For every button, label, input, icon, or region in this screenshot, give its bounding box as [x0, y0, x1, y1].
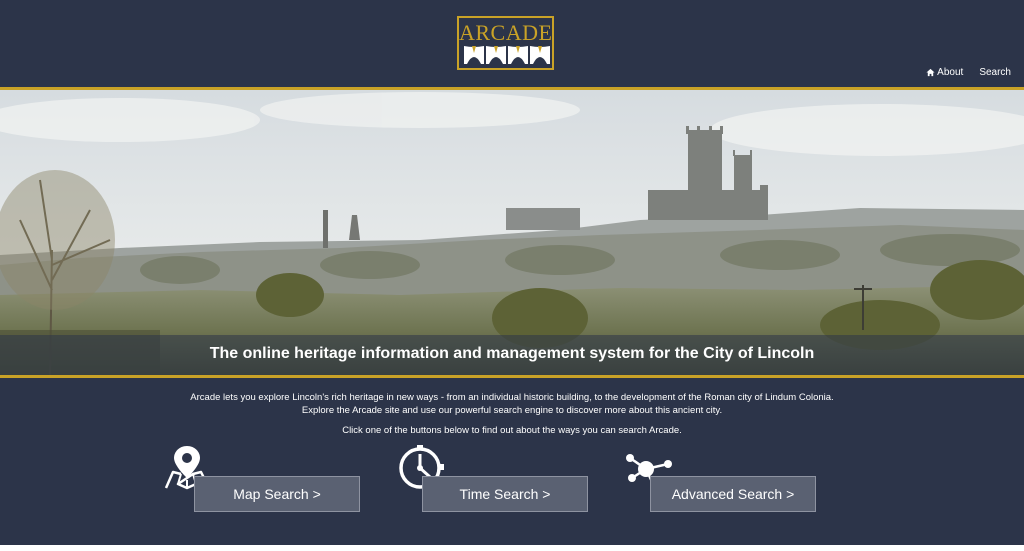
arcade-logo[interactable]: ARCADE — [457, 16, 554, 70]
logo-arches-icon — [464, 46, 550, 64]
home-icon — [926, 68, 935, 77]
logo-text: ARCADE — [459, 20, 553, 45]
hero-divider — [0, 375, 1024, 378]
nav-search-label: Search — [979, 67, 1011, 78]
intro-prompt: Click one of the buttons below to find o… — [342, 425, 682, 436]
nav-about-label: About — [937, 67, 964, 78]
main-nav: About Search — [926, 67, 1011, 78]
intro-text: Arcade lets you explore Lincoln's rich h… — [0, 392, 1024, 417]
nav-about-link[interactable]: About — [926, 67, 963, 78]
time-search-button[interactable]: Time Search > — [422, 476, 588, 512]
page-bottom-edge — [0, 545, 1024, 551]
site-header: ARCADE About Search — [0, 0, 1024, 87]
intro-line-2: Explore the Arcade site and use our powe… — [301, 404, 723, 416]
map-search-button[interactable]: Map Search > — [194, 476, 360, 512]
hero-caption: The online heritage information and mana… — [209, 345, 815, 362]
lincoln-skyline-image — [0, 90, 1024, 375]
hero-image — [0, 90, 1024, 375]
advanced-search-button[interactable]: Advanced Search > — [650, 476, 816, 512]
nav-search-link[interactable]: Search — [979, 67, 1011, 78]
intro-line-1: Arcade lets you explore Lincoln's rich h… — [190, 392, 834, 403]
